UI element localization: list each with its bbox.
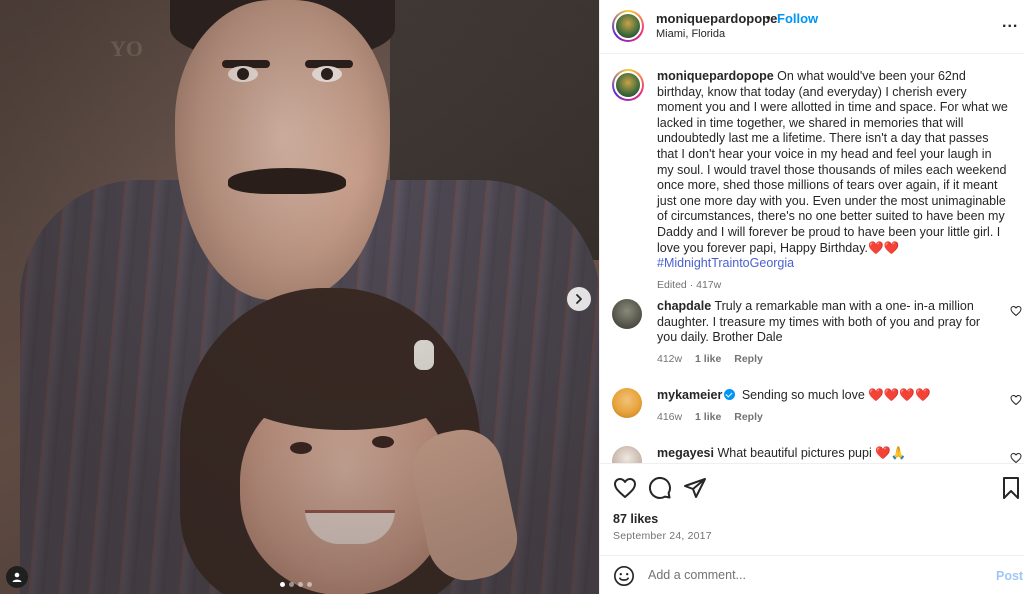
caption-emoji: ❤️❤️: [868, 240, 900, 255]
bookmark-icon[interactable]: [999, 476, 1023, 500]
post-header: moniquepardopope • Follow Miami, Florida…: [600, 0, 1024, 54]
caption-age[interactable]: 417w: [696, 279, 721, 291]
comment-icon[interactable]: [648, 476, 672, 500]
commenter-avatar[interactable]: [612, 388, 642, 418]
add-comment-bar: Post: [600, 555, 1024, 594]
caption-meta: Edited · 417w: [657, 279, 721, 291]
post-photo[interactable]: YO: [0, 0, 599, 594]
likes-count[interactable]: 87 likes: [613, 512, 658, 526]
follow-button[interactable]: Follow: [777, 11, 818, 26]
comment-meta: 416w 1 like Reply: [657, 411, 773, 423]
post-details-panel: moniquepardopope • Follow Miami, Florida…: [599, 0, 1024, 594]
comment-likes[interactable]: 1 like: [695, 411, 721, 423]
reply-button[interactable]: Reply: [734, 411, 763, 423]
user-tag-icon: [12, 572, 22, 582]
caption-avatar[interactable]: [612, 69, 644, 101]
comment-input[interactable]: [648, 564, 968, 586]
commenter-username[interactable]: chapdale: [657, 299, 711, 313]
post-location[interactable]: Miami, Florida: [656, 28, 725, 40]
carousel-dot: [289, 582, 294, 587]
author-avatar[interactable]: [612, 10, 644, 42]
caption-hashtag[interactable]: #MidnightTraintoGeorgia: [657, 256, 794, 270]
caption-text: moniquepardopope On what would've been y…: [657, 69, 1009, 272]
post-date[interactable]: September 24, 2017: [613, 530, 712, 542]
comment-heart-icon[interactable]: [1010, 394, 1022, 406]
carousel-dot: [298, 582, 303, 587]
commenter-avatar[interactable]: [612, 299, 642, 329]
heart-icon[interactable]: [613, 476, 637, 500]
carousel-next-button[interactable]: [567, 287, 591, 311]
tagged-users-button[interactable]: [6, 566, 28, 588]
comment-heart-icon[interactable]: [1010, 452, 1022, 463]
comment-likes[interactable]: 1 like: [695, 353, 721, 365]
header-separator: •: [766, 10, 771, 25]
comment-heart-icon[interactable]: [1010, 305, 1022, 317]
commenter-username[interactable]: mykameier: [657, 388, 722, 402]
post-comment-button[interactable]: Post: [996, 569, 1023, 583]
post-actions: 87 likes September 24, 2017: [600, 463, 1024, 555]
meta-separator: ·: [689, 279, 694, 291]
more-options-icon[interactable]: ...: [1002, 14, 1018, 32]
author-username[interactable]: moniquepardopope: [656, 11, 777, 26]
commenter-avatar[interactable]: [612, 446, 642, 463]
comment-text: chapdale Truly a remarkable man with a o…: [657, 299, 1002, 346]
comment-text: mykameier Sending so much love ❤️❤️❤️❤️: [657, 388, 1002, 404]
comment-age[interactable]: 412w: [657, 353, 682, 365]
photo-vignette: [0, 0, 599, 594]
caption-username[interactable]: moniquepardopope: [657, 69, 774, 83]
caption-body: On what would've been your 62nd birthday…: [657, 69, 1008, 255]
comment-body: What beautiful pictures pupi ❤️🙏: [717, 446, 907, 460]
comment-body: Sending so much love ❤️❤️❤️❤️: [741, 388, 931, 402]
carousel-dots: [280, 582, 312, 587]
comments-list[interactable]: moniquepardopope On what would've been y…: [600, 55, 1024, 463]
edited-label: Edited: [657, 279, 687, 291]
reply-button[interactable]: Reply: [734, 353, 763, 365]
carousel-dot: [307, 582, 312, 587]
commenter-username[interactable]: megayesi: [657, 446, 714, 460]
comment-text: megayesi What beautiful pictures pupi ❤️…: [657, 446, 1002, 462]
paper-plane-icon[interactable]: [683, 476, 707, 500]
carousel-dot-active: [280, 582, 285, 587]
chevron-right-icon: [576, 294, 582, 304]
verified-badge-icon: [724, 389, 736, 400]
comment-meta: 412w 1 like Reply: [657, 353, 773, 365]
comment-age[interactable]: 416w: [657, 411, 682, 423]
emoji-icon[interactable]: [613, 565, 635, 587]
